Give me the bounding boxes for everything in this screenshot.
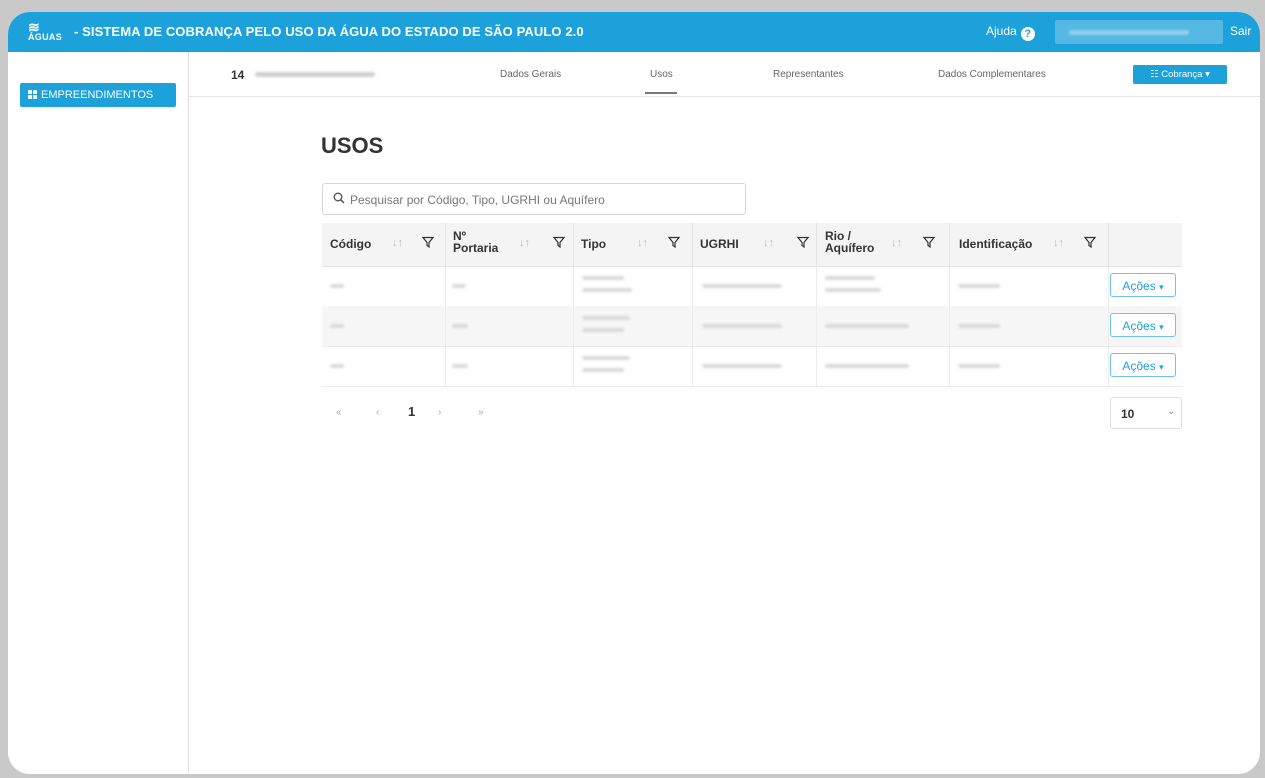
- page-size-value: 10: [1121, 407, 1135, 421]
- sidebar-item-label: EMPREENDIMENTOS: [41, 89, 154, 101]
- sidebar-item-empreendimentos[interactable]: EMPREENDIMENTOS: [20, 83, 176, 107]
- record-header: 14 Dados Gerais Usos Representantes Dado…: [189, 52, 1260, 97]
- filter-icon[interactable]: [553, 236, 565, 248]
- logo-text: ÁGUAS: [28, 32, 63, 42]
- sliders-icon: ☷: [1150, 69, 1159, 80]
- tab-usos[interactable]: Usos: [650, 69, 673, 80]
- cell-redacted: [582, 356, 630, 360]
- column-label: UGRHI: [700, 237, 739, 251]
- question-circle-icon: ?: [1020, 27, 1035, 41]
- page-title: USOS: [321, 133, 384, 158]
- cell-redacted: [452, 284, 466, 288]
- cell-redacted: [702, 284, 782, 288]
- table-row[interactable]: Ações ▾: [322, 346, 1182, 387]
- cell-redacted: [582, 316, 630, 320]
- search-placeholder: Pesquisar por Código, Tipo, UGRHI ou Aqu…: [350, 193, 605, 207]
- filter-icon[interactable]: [1084, 236, 1096, 248]
- next-page-button[interactable]: ›: [438, 407, 441, 418]
- app-window: ≋ ÁGUAS - SISTEMA DE COBRANÇA PELO USO D…: [8, 12, 1260, 774]
- column-header-identificacao[interactable]: Identificação ↓↑: [950, 223, 1108, 266]
- caret-down-icon: ▾: [1159, 362, 1164, 372]
- column-label: Código: [330, 237, 372, 251]
- table-row[interactable]: Ações ▾: [322, 266, 1182, 307]
- column-header-ugrhi[interactable]: UGRHI ↓↑: [693, 223, 818, 266]
- cell-redacted: [330, 284, 344, 288]
- cell-redacted: [582, 368, 624, 372]
- filter-icon[interactable]: [797, 236, 809, 248]
- column-label: Rio / Aquífero: [825, 229, 875, 255]
- chevron-down-icon: ⌄: [1167, 406, 1176, 417]
- caret-down-icon: ▾: [1159, 322, 1164, 332]
- sort-icon[interactable]: ↓↑: [637, 237, 648, 249]
- record-name-redacted: [255, 72, 375, 77]
- table-header: Código ↓↑ Nº Portaria ↓↑ Tipo ↓↑ UGRHI ↓↑…: [322, 223, 1182, 267]
- column-header-rio-aquifero[interactable]: Rio / Aquífero ↓↑: [817, 223, 945, 266]
- acoes-dropdown-button[interactable]: Ações ▾: [1110, 273, 1176, 297]
- page-size-select[interactable]: 10 ⌄: [1110, 397, 1182, 429]
- search-input[interactable]: Pesquisar por Código, Tipo, UGRHI ou Aqu…: [322, 183, 746, 215]
- help-label: Ajuda: [986, 24, 1017, 38]
- cell-redacted: [582, 328, 624, 332]
- tab-dados-complementares[interactable]: Dados Complementares: [938, 69, 1046, 80]
- user-name-redacted: [1069, 30, 1189, 35]
- acoes-dropdown-button[interactable]: Ações ▾: [1110, 353, 1176, 377]
- caret-down-icon: ▾: [1159, 282, 1164, 292]
- logout-link[interactable]: Sair: [1230, 24, 1251, 38]
- grid-icon: [28, 90, 37, 99]
- tab-dados-gerais[interactable]: Dados Gerais: [500, 69, 561, 80]
- active-tab-indicator: [645, 92, 677, 94]
- sort-icon[interactable]: ↓↑: [891, 237, 902, 249]
- filter-icon[interactable]: [668, 236, 680, 248]
- filter-icon[interactable]: [923, 236, 935, 248]
- column-header-tipo[interactable]: Tipo ↓↑: [574, 223, 694, 266]
- cell-redacted: [702, 364, 782, 368]
- cell-redacted: [582, 288, 632, 292]
- acoes-dropdown-button[interactable]: Ações ▾: [1110, 313, 1176, 337]
- sort-icon[interactable]: ↓↑: [519, 237, 530, 249]
- cell-redacted: [958, 324, 1000, 328]
- cell-redacted: [958, 284, 1000, 288]
- search-icon: [333, 192, 345, 204]
- first-page-button[interactable]: «: [336, 407, 342, 418]
- cell-redacted: [825, 364, 909, 368]
- record-id: 14: [231, 68, 245, 82]
- app-logo[interactable]: ≋ ÁGUAS: [26, 19, 68, 45]
- cobranca-dropdown-button[interactable]: ☷ Cobrança ▾: [1133, 65, 1227, 84]
- sort-icon[interactable]: ↓↑: [763, 237, 774, 249]
- column-header-portaria[interactable]: Nº Portaria ↓↑: [446, 223, 573, 266]
- cell-redacted: [452, 324, 468, 328]
- sidebar: EMPREENDIMENTOS: [8, 52, 189, 774]
- user-menu[interactable]: [1055, 20, 1223, 44]
- cell-redacted: [330, 364, 344, 368]
- current-page-button[interactable]: 1: [408, 404, 415, 419]
- tab-representantes[interactable]: Representantes: [773, 69, 844, 80]
- column-label: Identificação: [959, 237, 1033, 251]
- cell-redacted: [825, 324, 909, 328]
- top-bar: ≋ ÁGUAS - SISTEMA DE COBRANÇA PELO USO D…: [8, 12, 1260, 52]
- cell-redacted: [452, 364, 468, 368]
- column-label: Nº Portaria: [453, 229, 499, 255]
- cell-redacted: [582, 276, 624, 280]
- sort-icon[interactable]: ↓↑: [1053, 237, 1064, 249]
- cell-redacted: [825, 276, 875, 280]
- help-link[interactable]: Ajuda?: [986, 24, 1035, 41]
- app-title: - SISTEMA DE COBRANÇA PELO USO DA ÁGUA D…: [74, 24, 584, 39]
- column-label: Tipo: [581, 237, 607, 251]
- cell-redacted: [958, 364, 1000, 368]
- cobranca-label: Cobrança: [1161, 69, 1203, 80]
- column-header-codigo[interactable]: Código ↓↑: [322, 223, 442, 266]
- table-row[interactable]: Ações ▾: [322, 306, 1182, 347]
- cell-redacted: [825, 288, 881, 292]
- cell-redacted: [702, 324, 782, 328]
- cell-redacted: [330, 324, 344, 328]
- caret-down-icon: ▾: [1205, 69, 1210, 80]
- filter-icon[interactable]: [422, 236, 434, 248]
- last-page-button[interactable]: »: [478, 407, 484, 418]
- column-separator: [1108, 223, 1109, 266]
- prev-page-button[interactable]: ‹: [376, 407, 379, 418]
- sort-icon[interactable]: ↓↑: [392, 237, 403, 249]
